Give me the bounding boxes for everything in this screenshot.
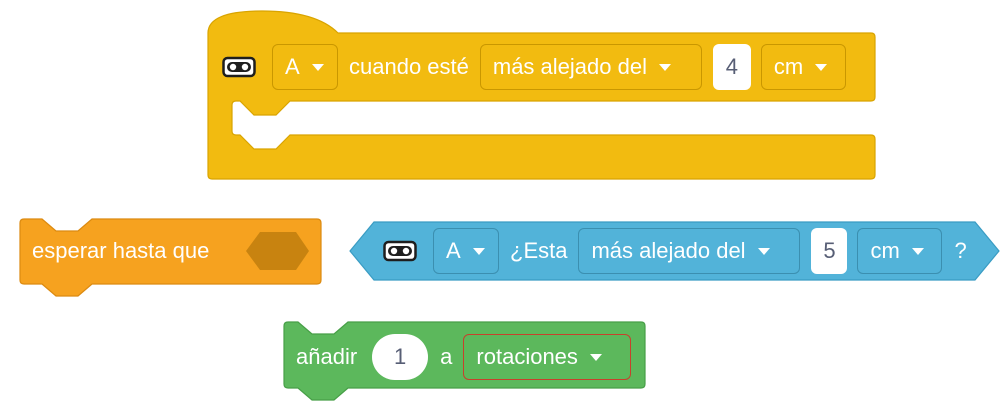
chevron-down-icon [757,247,770,255]
distance-input[interactable]: 5 [811,228,848,274]
comparison-dropdown[interactable]: más alejado del [578,228,801,274]
chevron-down-icon [658,63,671,71]
question-label: ¿Esta [510,238,568,263]
comparison-value: más alejado del [492,54,647,79]
wait-block[interactable]: esperar hasta que [32,228,209,274]
is-distance-block[interactable]: A ¿Esta más alejado del 5 cm ? [383,228,967,274]
add-label: añadir [296,344,358,369]
unit-value: cm [870,238,900,263]
when-distance-block[interactable]: A cuando esté más alejado del 4 cm [222,44,846,90]
comparison-value: más alejado del [591,238,746,263]
chevron-down-icon [815,63,828,71]
distance-sensor-icon [383,239,417,263]
comparison-dropdown[interactable]: más alejado del [479,44,702,90]
when-label: cuando esté [349,54,469,79]
port-dropdown[interactable]: A [272,44,338,90]
amount-input[interactable]: 1 [372,334,429,380]
port-dropdown[interactable]: A [433,228,499,274]
chevron-down-icon [472,247,485,255]
port-value: A [285,54,300,79]
unit-value: cm [773,54,804,79]
port-value: A [446,238,461,263]
question-mark: ? [954,238,967,263]
to-label: a [440,344,453,369]
add-block[interactable]: añadir 1 a rotaciones [296,334,632,380]
distance-input[interactable]: 4 [712,44,751,90]
distance-sensor-icon [222,55,256,79]
variable-dropdown[interactable]: rotaciones [463,334,632,380]
chevron-down-icon [311,63,324,71]
variable-value: rotaciones [476,344,578,369]
chevron-down-icon [589,353,602,361]
empty-boolean-slot[interactable] [246,232,309,270]
unit-dropdown[interactable]: cm [760,44,846,90]
chevron-down-icon [911,247,924,255]
unit-dropdown[interactable]: cm [857,228,943,274]
wait-label: esperar hasta que [32,238,210,263]
